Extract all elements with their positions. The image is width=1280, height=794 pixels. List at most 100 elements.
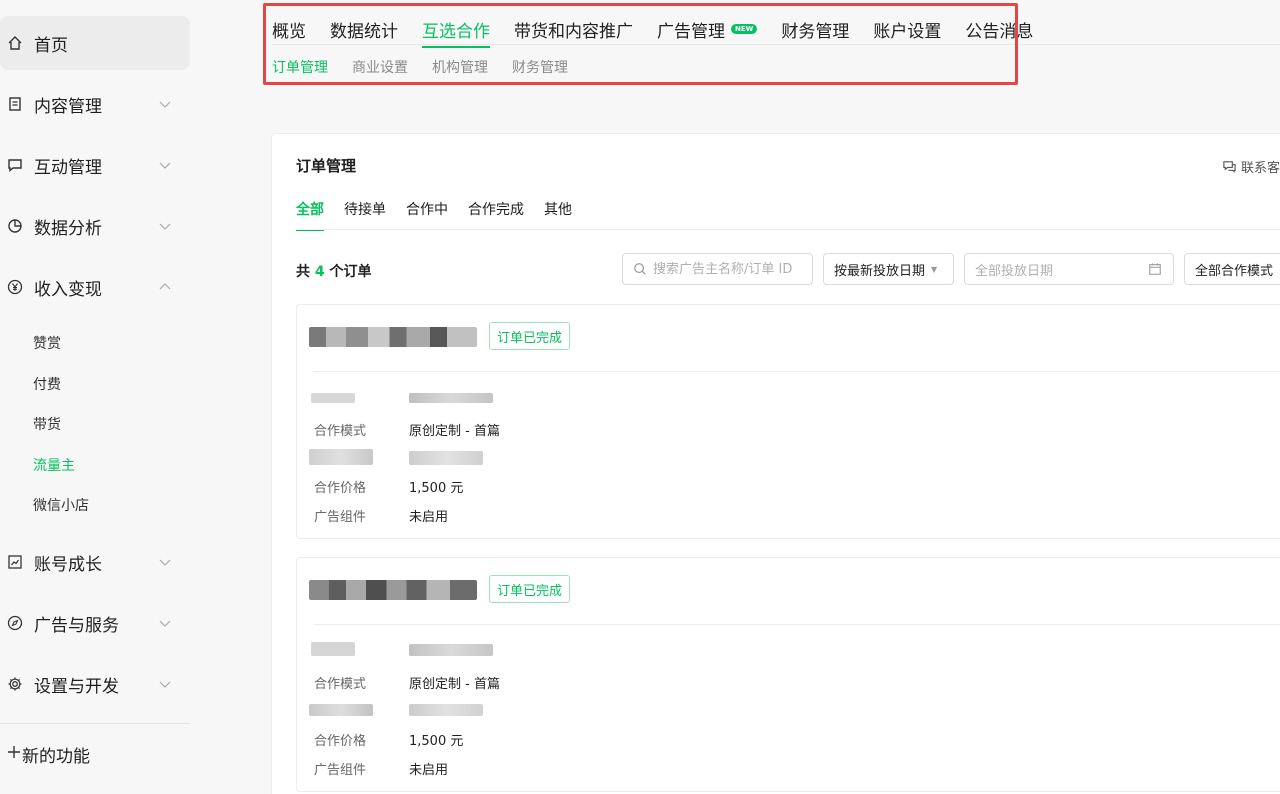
price-label: 合作价格 [314, 734, 367, 749]
sidebar-item-label: 设置与开发 [34, 676, 119, 697]
sidebar-item-growth[interactable]: 账号成长 [0, 535, 190, 589]
sidebar-item-home[interactable]: 首页 [0, 16, 190, 70]
top-nav-divider [272, 44, 1280, 45]
tab-announcements[interactable]: 公告消息 [965, 17, 1033, 42]
subtab-orders[interactable]: 订单管理 [272, 57, 328, 77]
search-icon [634, 263, 646, 275]
redacted-value [409, 644, 493, 656]
ad-component-value: 未启用 [409, 763, 449, 778]
sidebar-item-analytics[interactable]: 数据分析 [0, 199, 190, 253]
price-value: 1,500 元 [409, 481, 464, 496]
order-card: 订单已完成 合作模式 原创定制 - 首篇 合作价格 1,500 元 广告组件 未… [296, 557, 1280, 792]
status-tab-other[interactable]: 其他 [544, 199, 572, 219]
search-box [622, 253, 813, 285]
tab-statistics[interactable]: 数据统计 [330, 17, 398, 42]
tab-account-settings[interactable]: 账户设置 [873, 17, 941, 42]
subtab-finance[interactable]: 财务管理 [512, 57, 568, 77]
new-badge: NEW [731, 24, 758, 34]
sub-nav-tabs: 订单管理 商业设置 机构管理 财务管理 [272, 57, 592, 77]
price-label: 合作价格 [314, 481, 367, 496]
contact-label: 联系客 [1241, 161, 1280, 176]
order-count-number: 4 [314, 264, 325, 280]
chevron-down-icon [159, 101, 171, 108]
sidebar-sub-shop[interactable]: 微信小店 [33, 495, 89, 515]
mode-select[interactable]: 全部合作模式 [1184, 253, 1280, 285]
chevron-down-icon [159, 162, 171, 169]
order-divider [313, 624, 1280, 625]
contact-support-link[interactable]: 联系客 [1222, 157, 1280, 176]
tab-ad-management[interactable]: 广告管理 NEW [657, 17, 758, 42]
sidebar-sub-reward[interactable]: 赞赏 [33, 333, 61, 353]
status-tab-pending[interactable]: 待接单 [344, 199, 386, 219]
chevron-up-icon [159, 283, 171, 290]
sidebar-item-settings[interactable]: 设置与开发 [0, 657, 190, 711]
tab-promotion[interactable]: 带货和内容推广 [514, 17, 633, 42]
mode-select-value: 全部合作模式 [1195, 263, 1274, 279]
redacted-label [311, 393, 355, 403]
yen-icon [6, 278, 24, 296]
tab-overview[interactable]: 概览 [272, 17, 306, 42]
sidebar-item-label: 首页 [34, 35, 68, 56]
status-tabs-divider [296, 229, 1280, 230]
sidebar-item-label: 账号成长 [34, 554, 102, 575]
mode-value: 原创定制 - 首篇 [409, 677, 500, 692]
order-divider [313, 371, 1280, 372]
sidebar-sub-traffic[interactable]: 流量主 [33, 455, 75, 475]
sidebar-sub-goods[interactable]: 带货 [33, 414, 61, 434]
chevron-down-icon [159, 681, 171, 688]
order-count: 共 4 个订单 [296, 261, 372, 281]
order-card: 订单已完成 合作模式 原创定制 - 首篇 合作价格 1,500 元 广告组件 未… [296, 304, 1280, 539]
sidebar-item-income[interactable]: 收入变现 [0, 260, 190, 314]
document-icon [6, 95, 24, 113]
subtab-business-settings[interactable]: 商业设置 [352, 57, 408, 77]
sidebar-sub-paid[interactable]: 付费 [33, 374, 61, 394]
date-placeholder: 全部投放日期 [975, 263, 1054, 279]
caret-down-icon: ▼ [931, 264, 938, 274]
search-input[interactable] [653, 261, 803, 277]
chat-icon [1223, 161, 1236, 173]
status-badge: 订单已完成 [489, 575, 571, 603]
status-badge: 订单已完成 [489, 322, 571, 350]
redacted-value [409, 451, 483, 465]
date-range-picker[interactable]: 全部投放日期 [964, 253, 1174, 285]
advertiser-name-redacted [309, 327, 477, 347]
sidebar-item-label: 互动管理 [34, 157, 102, 178]
subtab-agency[interactable]: 机构管理 [432, 57, 488, 77]
status-tab-in-progress[interactable]: 合作中 [406, 199, 448, 219]
order-count-suffix: 个订单 [329, 264, 372, 280]
sidebar-item-label: 收入变现 [34, 279, 102, 300]
compass-icon [6, 614, 24, 632]
mode-label: 合作模式 [314, 677, 367, 692]
sidebar-item-ads-services[interactable]: 广告与服务 [0, 596, 190, 650]
tab-finance[interactable]: 财务管理 [781, 17, 849, 42]
chevron-down-icon [159, 223, 171, 230]
chevron-down-icon [159, 559, 171, 566]
sort-select-value: 按最新投放日期 [834, 263, 926, 279]
sidebar-item-interaction[interactable]: 互动管理 [0, 138, 190, 192]
redacted-value [409, 704, 483, 716]
gear-icon [6, 675, 24, 693]
tab-mutual-selection[interactable]: 互选合作 [422, 17, 490, 48]
sidebar-item-new-features[interactable]: 新的功能 [0, 724, 190, 784]
home-icon [6, 34, 24, 52]
ad-component-label: 广告组件 [314, 510, 367, 525]
sort-select[interactable]: 按最新投放日期 ▼ [823, 253, 954, 285]
order-count-prefix: 共 [296, 264, 310, 280]
sidebar-item-content[interactable]: 内容管理 [0, 77, 190, 131]
sidebar-item-label: 广告与服务 [34, 615, 119, 636]
status-tab-completed[interactable]: 合作完成 [468, 199, 524, 219]
redacted-label [311, 642, 355, 656]
status-tab-all[interactable]: 全部 [296, 199, 324, 231]
chevron-down-icon [159, 620, 171, 627]
status-tabs: 全部 待接单 合作中 合作完成 其他 [296, 199, 592, 231]
sidebar-item-label: 新的功能 [22, 746, 90, 767]
tab-label: 广告管理 [657, 21, 725, 42]
ad-component-value: 未启用 [409, 510, 449, 525]
mode-label: 合作模式 [314, 424, 367, 439]
page-title: 订单管理 [296, 157, 357, 175]
price-value: 1,500 元 [409, 734, 464, 749]
redacted-label [309, 449, 373, 465]
trend-icon [6, 553, 24, 571]
redacted-label [309, 704, 373, 716]
sidebar-item-label: 内容管理 [34, 96, 102, 117]
